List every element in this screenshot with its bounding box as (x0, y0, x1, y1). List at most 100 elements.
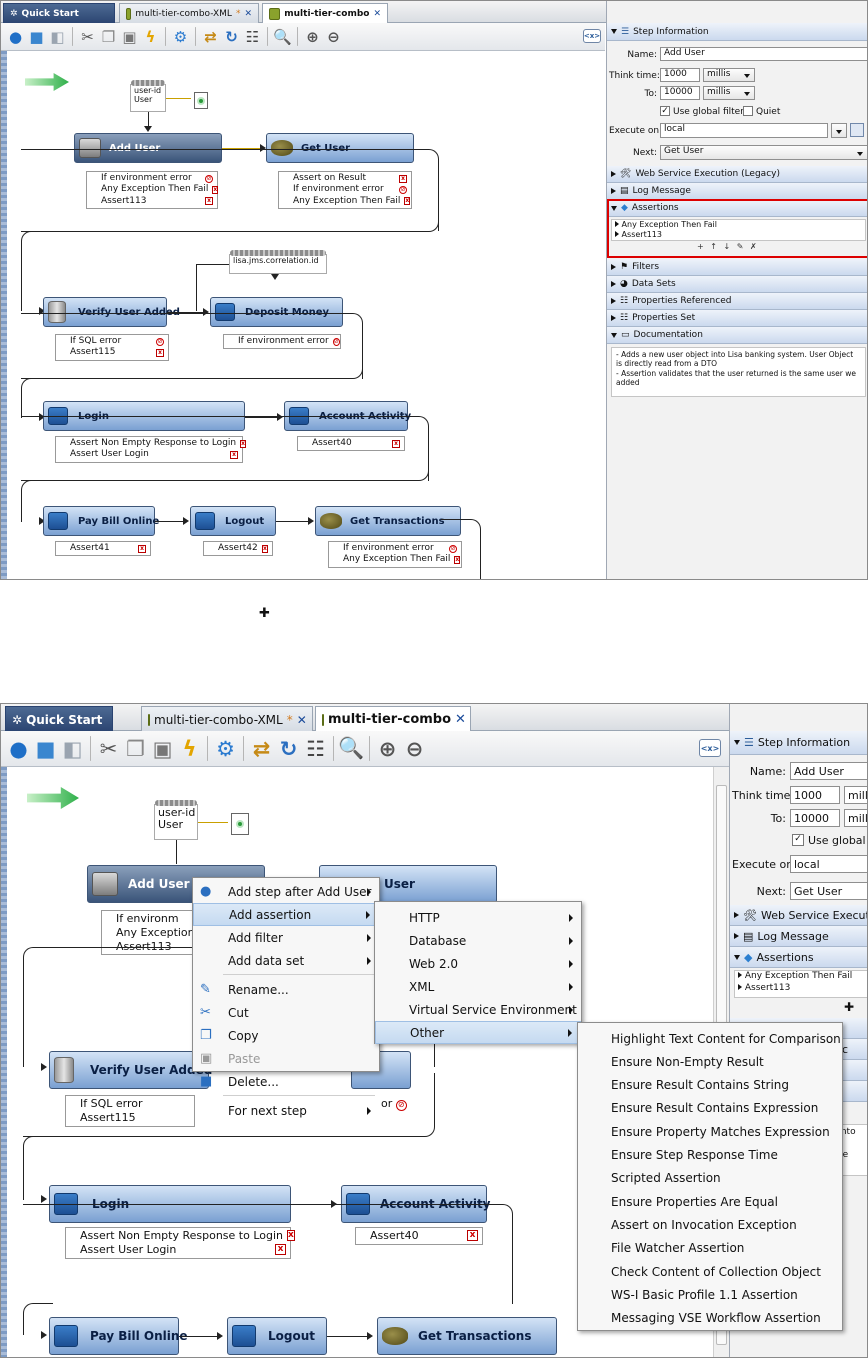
assertion-item[interactable]: Any Exception Then Fail (738, 971, 867, 983)
quiet-checkbox[interactable] (743, 106, 753, 116)
assertion-type-item[interactable]: Messaging VSE Workflow Assertion (578, 1307, 842, 1330)
gear-icon[interactable]: ⚙ (212, 735, 239, 762)
lightning-icon[interactable]: ϟ (176, 735, 203, 762)
tab-multi-tier-combo[interactable]: multi-tier-combo ✕ (315, 706, 471, 732)
step-information-header[interactable]: ☰ Step Information (730, 731, 867, 755)
property-node-userid[interactable]: user-id User (130, 80, 166, 112)
to-time-input[interactable]: 10000 (660, 86, 700, 100)
back-icon[interactable]: ◧ (47, 26, 68, 47)
step-name-input[interactable]: Add User (660, 47, 867, 61)
assertion-category-item[interactable]: Other (375, 1021, 581, 1044)
context-menu-item[interactable]: ✎ Rename... (193, 978, 379, 1001)
tab-multi-tier-combo-xml[interactable]: multi-tier-combo-XML * ✕ (141, 706, 313, 732)
assertion-category-item[interactable]: Web 2.0 (375, 952, 581, 975)
xml-view-button[interactable]: <x> (699, 739, 721, 757)
close-icon[interactable]: ✕ (297, 713, 307, 727)
context-menu-item[interactable]: ■ Delete... (193, 1070, 379, 1093)
to-time-unit-select[interactable]: millis (703, 86, 755, 100)
section-properties-referenced[interactable]: ☷ Properties Referenced (607, 293, 867, 310)
assertion-type-item[interactable]: Highlight Text Content for Comparison (578, 1027, 842, 1050)
paste-icon[interactable]: ▣ (119, 26, 140, 47)
filter-icon[interactable]: ⇄ (200, 26, 221, 47)
property-node-userid[interactable]: user-id User (154, 800, 198, 840)
next-step-select[interactable]: Get User (790, 882, 867, 900)
property-node-correlation[interactable]: lisa.jms.correlation.id (229, 250, 327, 274)
execute-on-input[interactable]: local (660, 123, 828, 138)
gear-icon[interactable]: ⚙ (170, 26, 191, 47)
close-icon[interactable]: ✕ (373, 9, 381, 19)
assertion-row[interactable]: Assert42 x (218, 543, 268, 554)
global-filters-checkbox[interactable]: ✓ (660, 106, 670, 116)
refresh-icon[interactable]: ↻ (275, 735, 302, 762)
step-get-transactions[interactable]: Get Transactions (315, 506, 461, 536)
assertion-type-item[interactable]: Ensure Step Response Time (578, 1144, 842, 1167)
section-documentation[interactable]: ▭ Documentation (607, 327, 867, 344)
xml-view-button[interactable]: <x> (583, 29, 601, 43)
remove-x-icon[interactable]: x (261, 544, 268, 553)
to-time-input[interactable]: 10000 (790, 809, 840, 827)
assertion-category-item[interactable]: XML (375, 975, 581, 998)
assertion-item[interactable]: Assert113 (738, 983, 867, 995)
section-properties-set[interactable]: ☷ Properties Set (607, 310, 867, 327)
section-log-message[interactable]: ▤ Log Message (607, 183, 867, 200)
tab-multi-tier-combo[interactable]: multi-tier-combo ✕ (262, 3, 388, 24)
tab-quick-start[interactable]: ✲ Quick Start (3, 3, 115, 24)
step-logout[interactable]: Logout (227, 1317, 327, 1355)
assertion-type-item[interactable]: Ensure Property Matches Expression (578, 1120, 842, 1143)
think-time-unit-select[interactable]: millis (703, 68, 755, 82)
zoom-icon[interactable]: 🔍 (272, 26, 293, 47)
close-icon[interactable]: ✕ (455, 712, 466, 727)
next-step-select[interactable]: Get User (660, 145, 867, 160)
zoom-out-icon[interactable]: ⊖ (401, 735, 428, 762)
close-icon[interactable]: ✕ (244, 9, 252, 19)
execute-on-dropdown[interactable] (831, 123, 847, 138)
delete-step-icon[interactable]: ■ (32, 735, 59, 762)
assertion-type-item[interactable]: WS-I Basic Profile 1.1 Assertion (578, 1283, 842, 1306)
model-canvas[interactable]: user-id User Add User If environment err… (1, 29, 605, 579)
add-step-icon[interactable]: ● (5, 735, 32, 762)
think-time-input[interactable]: 1000 (790, 786, 840, 804)
copy-icon[interactable]: ❐ (98, 26, 119, 47)
context-menu-item[interactable]: ● Add step after Add User (193, 880, 379, 903)
section-data-sets[interactable]: ◕ Data Sets (607, 276, 867, 293)
back-icon[interactable]: ◧ (59, 735, 86, 762)
think-time-unit-select[interactable]: millis (844, 786, 867, 804)
documentation-text[interactable]: - Adds a new user object into Lisa banki… (611, 347, 866, 397)
step-get-transactions[interactable]: Get Transactions (377, 1317, 557, 1355)
context-menu-item[interactable]: ▣ Paste (193, 1047, 379, 1070)
step-logout[interactable]: Logout (190, 506, 276, 536)
assertion-type-item[interactable]: Ensure Properties Are Equal (578, 1190, 842, 1213)
cut-icon[interactable]: ✂ (95, 735, 122, 762)
copy-icon[interactable]: ❐ (122, 735, 149, 762)
section-log-message[interactable]: ▤ Log Message (730, 926, 867, 947)
global-filters-checkbox[interactable]: ✓ (792, 834, 804, 846)
tab-multi-tier-combo-xml[interactable]: multi-tier-combo-XML * ✕ (119, 3, 259, 24)
context-menu-item[interactable]: Add filter (193, 926, 379, 949)
think-time-input[interactable]: 1000 (660, 68, 700, 82)
step-name-input[interactable]: Add User (790, 762, 867, 780)
section-web-service[interactable]: 🛠 Web Service Execution (Legacy) (607, 166, 867, 183)
assertion-type-item[interactable]: File Watcher Assertion (578, 1237, 842, 1260)
assertion-category-item[interactable]: Database (375, 929, 581, 952)
step-information-header[interactable]: ☰ Step Information (607, 23, 867, 41)
paste-icon[interactable]: ▣ (149, 735, 176, 762)
refresh-icon[interactable]: ↻ (221, 26, 242, 47)
assertion-type-item[interactable]: Check Content of Collection Object (578, 1260, 842, 1283)
zoom-out-icon[interactable]: ⊖ (323, 26, 344, 47)
execute-on-input[interactable]: local (790, 855, 867, 873)
zoom-in-icon[interactable]: ⊕ (302, 26, 323, 47)
step-pay-bill-online[interactable]: Pay Bill Online (43, 506, 159, 536)
remove-x-icon[interactable]: x (138, 544, 146, 553)
lightning-icon[interactable]: ϟ (140, 26, 161, 47)
assertion-type-item[interactable]: Scripted Assertion (578, 1167, 842, 1190)
assertion-type-item[interactable]: Ensure Result Contains Expression (578, 1097, 842, 1120)
context-menu-item[interactable]: ✂ Cut (193, 1001, 379, 1024)
document-icon[interactable] (231, 813, 249, 835)
add-assertion-icon[interactable]: ✚ (844, 1000, 854, 1014)
browse-icon[interactable] (850, 123, 864, 137)
assertion-row[interactable]: Assert41 x (70, 543, 146, 554)
zoom-in-icon[interactable]: ⊕ (374, 735, 401, 762)
context-menu-item[interactable]: Add assertion (193, 903, 379, 926)
assertion-row[interactable]: Any Exception Then Fail x (343, 554, 461, 565)
to-time-unit-select[interactable]: millis (844, 809, 867, 827)
